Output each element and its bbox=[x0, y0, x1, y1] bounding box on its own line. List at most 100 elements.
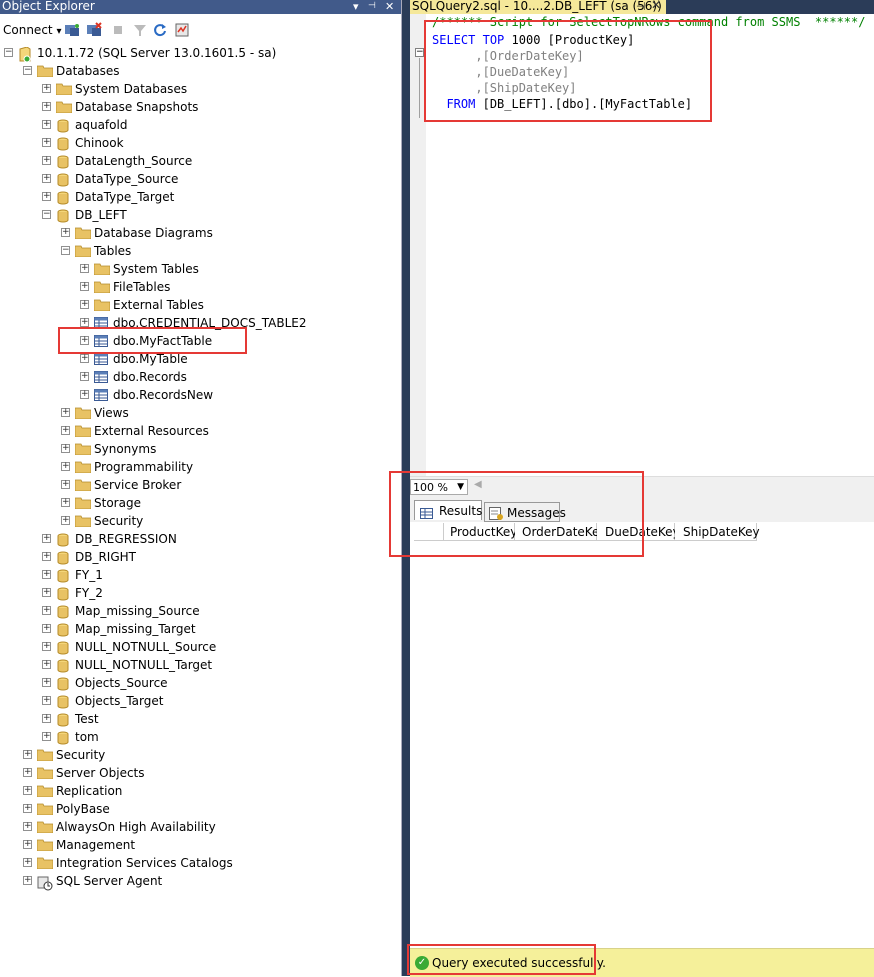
tree-node[interactable]: + Replication bbox=[0, 782, 400, 800]
panel-close-icon[interactable]: ✕ bbox=[385, 0, 394, 13]
tree-node[interactable]: + tom bbox=[0, 728, 400, 746]
expand-icon[interactable]: + bbox=[23, 822, 32, 831]
tree-node[interactable]: + Security bbox=[0, 512, 400, 530]
tree-node[interactable]: + Security bbox=[0, 746, 400, 764]
tree-node[interactable]: + aquafold bbox=[0, 116, 400, 134]
expand-icon[interactable]: + bbox=[61, 462, 70, 471]
row-header-corner[interactable] bbox=[414, 523, 444, 541]
scroll-left-icon[interactable]: ◀ bbox=[474, 479, 482, 490]
expand-icon[interactable]: + bbox=[42, 192, 51, 201]
tab-results[interactable]: Results bbox=[414, 500, 482, 520]
collapse-icon[interactable]: − bbox=[42, 210, 51, 219]
collapse-region-icon[interactable]: − bbox=[415, 48, 424, 57]
tree-node[interactable]: + Chinook bbox=[0, 134, 400, 152]
expand-icon[interactable]: + bbox=[23, 804, 32, 813]
expand-icon[interactable]: + bbox=[42, 570, 51, 579]
expand-icon[interactable]: + bbox=[61, 408, 70, 417]
disconnect-icon[interactable] bbox=[86, 22, 102, 38]
expand-icon[interactable]: + bbox=[80, 354, 89, 363]
tree-node[interactable]: + FY_2 bbox=[0, 584, 400, 602]
filter-icon[interactable] bbox=[132, 22, 148, 38]
collapse-icon[interactable]: − bbox=[23, 66, 32, 75]
expand-icon[interactable]: + bbox=[80, 336, 89, 345]
tree-node[interactable]: + Map_missing_Target bbox=[0, 620, 400, 638]
tree-node[interactable]: + Map_missing_Source bbox=[0, 602, 400, 620]
expand-icon[interactable]: + bbox=[42, 156, 51, 165]
tree-node[interactable]: + PolyBase bbox=[0, 800, 400, 818]
expand-icon[interactable]: + bbox=[61, 426, 70, 435]
tab-messages[interactable]: Messages bbox=[484, 502, 566, 522]
expand-icon[interactable]: + bbox=[80, 318, 89, 327]
collapse-icon[interactable]: − bbox=[61, 246, 70, 255]
expand-icon[interactable]: + bbox=[42, 552, 51, 561]
expand-icon[interactable]: + bbox=[61, 228, 70, 237]
collapse-icon[interactable]: − bbox=[4, 48, 13, 57]
tree-node[interactable]: + Server Objects bbox=[0, 764, 400, 782]
expand-icon[interactable]: + bbox=[42, 678, 51, 687]
tree-node[interactable]: + Views bbox=[0, 404, 400, 422]
expand-icon[interactable]: + bbox=[23, 840, 32, 849]
tree-node[interactable]: + Programmability bbox=[0, 458, 400, 476]
sql-editor[interactable]: /****** Script for SelectTopNRows comman… bbox=[432, 14, 874, 476]
expand-icon[interactable]: + bbox=[23, 768, 32, 777]
stop-icon[interactable] bbox=[110, 22, 126, 38]
tree-node[interactable]: + Storage bbox=[0, 494, 400, 512]
expand-icon[interactable]: + bbox=[42, 102, 51, 111]
tree-node[interactable]: + DataType_Source bbox=[0, 170, 400, 188]
tree-node[interactable]: + External Resources bbox=[0, 422, 400, 440]
expand-icon[interactable]: + bbox=[42, 696, 51, 705]
tree-node[interactable]: + Synonyms bbox=[0, 440, 400, 458]
column-header[interactable]: OrderDateKey bbox=[515, 523, 607, 541]
expand-icon[interactable]: + bbox=[61, 444, 70, 453]
expand-icon[interactable]: + bbox=[42, 624, 51, 633]
column-header[interactable]: ProductKey bbox=[444, 523, 517, 541]
tree-node[interactable]: + DataType_Target bbox=[0, 188, 400, 206]
tab-sqlquery2[interactable]: SQLQuery2.sql - 10....2.DB_LEFT (sa (56)… bbox=[410, 0, 666, 14]
tree-node[interactable]: − DB_LEFT bbox=[0, 206, 400, 224]
tree-node[interactable]: + NULL_NOTNULL_Source bbox=[0, 638, 400, 656]
expand-icon[interactable]: + bbox=[42, 534, 51, 543]
connect-button[interactable]: Connect ▾ bbox=[3, 21, 61, 39]
tree-node[interactable]: − Tables bbox=[0, 242, 400, 260]
expand-icon[interactable]: + bbox=[23, 858, 32, 867]
tree-node[interactable]: + FileTables bbox=[0, 278, 400, 296]
tree-node[interactable]: + FY_1 bbox=[0, 566, 400, 584]
expand-icon[interactable]: + bbox=[61, 498, 70, 507]
tree-node[interactable]: + Management bbox=[0, 836, 400, 854]
tree-node[interactable]: + DB_RIGHT bbox=[0, 548, 400, 566]
tree-node[interactable]: + External Tables bbox=[0, 296, 400, 314]
expand-icon[interactable]: + bbox=[61, 480, 70, 489]
activity-monitor-icon[interactable] bbox=[174, 22, 190, 38]
expand-icon[interactable]: + bbox=[42, 660, 51, 669]
expand-icon[interactable]: + bbox=[23, 876, 32, 885]
expand-icon[interactable]: + bbox=[23, 786, 32, 795]
tree-node[interactable]: + Database Snapshots bbox=[0, 98, 400, 116]
expand-icon[interactable]: + bbox=[42, 120, 51, 129]
expand-icon[interactable]: + bbox=[80, 264, 89, 273]
pane-splitter[interactable] bbox=[402, 0, 410, 976]
expand-icon[interactable]: + bbox=[61, 516, 70, 525]
zoom-select[interactable]: 100 % ▼ bbox=[410, 479, 468, 495]
expand-icon[interactable]: + bbox=[42, 732, 51, 741]
column-header[interactable]: ShipDateKey bbox=[675, 523, 760, 541]
tree-node[interactable]: + Objects_Target bbox=[0, 692, 400, 710]
tree-node[interactable]: − Databases bbox=[0, 62, 400, 80]
tree-node[interactable]: + SQL Server Agent bbox=[0, 872, 400, 891]
expand-icon[interactable]: + bbox=[80, 300, 89, 309]
expand-icon[interactable]: + bbox=[42, 642, 51, 651]
expand-icon[interactable]: + bbox=[80, 390, 89, 399]
tree-node[interactable]: + System Tables bbox=[0, 260, 400, 278]
tree-node[interactable]: + Objects_Source bbox=[0, 674, 400, 692]
panel-pin-icon[interactable]: ⊣ bbox=[368, 0, 376, 13]
refresh-icon[interactable] bbox=[152, 22, 168, 38]
tree-node[interactable]: + dbo.MyFactTable bbox=[0, 332, 400, 350]
tree-node[interactable]: + dbo.Records bbox=[0, 368, 400, 386]
tree-node[interactable]: + Integration Services Catalogs bbox=[0, 854, 400, 872]
expand-icon[interactable]: + bbox=[42, 606, 51, 615]
tree-node[interactable]: − 10.1.1.72 (SQL Server 13.0.1601.5 - sa) bbox=[0, 44, 400, 63]
tree-node[interactable]: + AlwaysOn High Availability bbox=[0, 818, 400, 836]
expand-icon[interactable]: + bbox=[80, 282, 89, 291]
tree-node[interactable]: + dbo.CREDENTIAL_DOCS_TABLE2 bbox=[0, 314, 400, 332]
expand-icon[interactable]: + bbox=[80, 372, 89, 381]
expand-icon[interactable]: + bbox=[23, 750, 32, 759]
